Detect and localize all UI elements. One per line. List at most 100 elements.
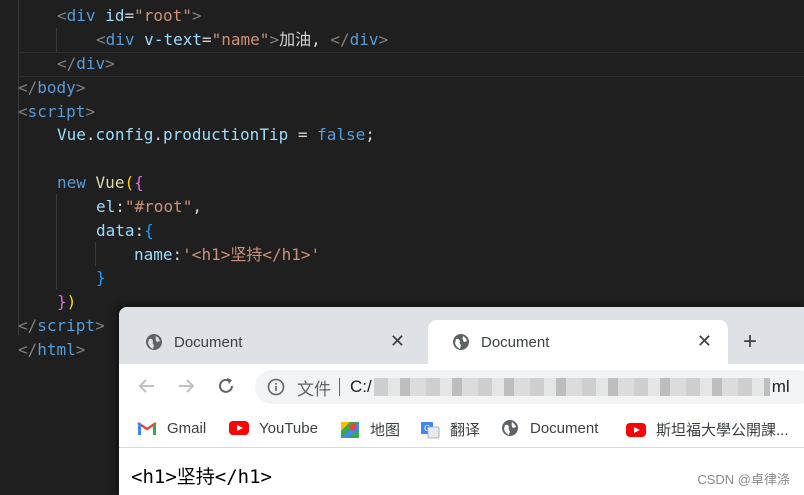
rendered-page-text: <h1>坚持</h1> — [131, 466, 272, 488]
tab-title: Document — [174, 333, 243, 351]
svg-text:G: G — [424, 424, 430, 433]
bookmark-translate[interactable]: G 翻译 — [420, 419, 480, 440]
url-text: C:/ — [350, 377, 372, 396]
maps-icon — [341, 421, 359, 438]
code-token: > — [378, 30, 389, 49]
code-token: = — [288, 125, 318, 144]
bookmark-stanford[interactable]: 斯坦福大學公開課... — [626, 419, 789, 440]
code-token: name — [134, 245, 173, 264]
code-token: </ — [57, 54, 77, 73]
code-line: <div v-text="name">加油, </div> — [96, 28, 388, 51]
browser-window: Document ✕ Document ✕ + 文件 C:/ ml Gmail … — [119, 307, 804, 495]
code-token: "name" — [211, 30, 270, 49]
code-token: { — [144, 221, 154, 240]
code-token: body — [37, 78, 76, 97]
code-token: < — [57, 6, 67, 25]
code-token: < — [18, 102, 28, 121]
indent-guide — [95, 242, 96, 266]
code-token: : — [134, 221, 145, 240]
code-line: }) — [57, 290, 76, 313]
code-token: : — [172, 245, 183, 264]
code-token: > — [95, 316, 105, 335]
bookmark-document[interactable]: Document — [500, 419, 598, 437]
code-token: div — [349, 30, 379, 49]
code-token: } — [57, 292, 67, 311]
code-token: div — [76, 54, 106, 73]
close-tab-icon[interactable]: ✕ — [697, 331, 712, 351]
code-token: </ — [18, 340, 38, 359]
code-token: , — [192, 197, 202, 216]
gmail-icon — [137, 422, 157, 435]
code-token: div — [66, 6, 96, 25]
code-token: > — [105, 54, 115, 73]
bookmark-label: 地图 — [370, 422, 401, 439]
file-scheme-label: 文件 — [297, 379, 331, 399]
code-line: </html> — [18, 338, 85, 361]
translate-icon: G — [421, 421, 440, 438]
code-token: < — [96, 30, 106, 49]
code-token: } — [96, 268, 106, 287]
tab-strip: Document ✕ Document ✕ + — [119, 307, 804, 364]
code-token: > — [75, 78, 86, 97]
current-line-highlight — [18, 52, 804, 77]
code-token: "root" — [134, 6, 192, 25]
globe-icon — [146, 334, 162, 350]
code-token: > — [85, 102, 96, 121]
bookmarks-bar: Gmail YouTube 地图 G 翻译 Document 斯坦福大學公開課.… — [119, 411, 804, 448]
code-token: '<h1>坚持</h1>' — [182, 245, 321, 264]
code-token: > — [75, 340, 86, 359]
code-token: </ — [18, 78, 38, 97]
code-token: Vue — [57, 125, 86, 144]
code-line: Vue.config.productionTip = false; — [57, 123, 375, 146]
code-token: false — [317, 125, 366, 144]
code-token: = — [124, 6, 135, 25]
new-tab-button[interactable]: + — [743, 329, 757, 355]
bookmark-maps[interactable]: 地图 — [340, 419, 400, 440]
url-text-end: ml — [771, 377, 790, 396]
indent-guide — [18, 0, 19, 335]
code-line: <div id="root"> — [57, 4, 202, 27]
code-token: ) — [66, 292, 77, 311]
tab-document-active[interactable]: Document ✕ — [428, 320, 728, 364]
code-token: productionTip — [162, 125, 289, 144]
code-token: . — [85, 125, 96, 144]
code-token: id — [95, 6, 125, 25]
code-token: data — [96, 221, 135, 240]
code-line: </script> — [18, 314, 105, 337]
indent-guide — [56, 28, 57, 52]
tab-title: Document — [481, 333, 550, 351]
code-token: new — [57, 173, 86, 192]
back-button[interactable] — [135, 374, 159, 398]
bookmark-gmail[interactable]: Gmail — [137, 419, 206, 437]
code-line: new Vue({ — [57, 171, 144, 194]
browser-toolbar: 文件 C:/ ml — [119, 364, 804, 411]
bookmark-youtube[interactable]: YouTube — [229, 419, 318, 437]
code-token: . — [153, 125, 163, 144]
code-line: data:{ — [96, 219, 154, 242]
forward-button[interactable] — [174, 374, 198, 398]
info-icon[interactable] — [267, 378, 285, 396]
bookmark-label: YouTube — [259, 419, 318, 437]
code-token: > — [269, 30, 280, 49]
bookmark-label: 斯坦福大學公開課... — [656, 422, 789, 439]
code-token: > — [191, 6, 202, 25]
bookmark-label: 翻译 — [450, 422, 481, 439]
blurred-url-segment — [373, 378, 770, 396]
code-line: } — [96, 266, 106, 289]
omnibox-divider — [339, 378, 340, 396]
code-token: </ — [18, 316, 38, 335]
tab-document-inactive[interactable]: Document ✕ — [121, 320, 421, 364]
code-token: div — [105, 30, 135, 49]
address-bar[interactable]: 文件 C:/ ml — [255, 370, 804, 404]
code-token: = — [201, 30, 212, 49]
globe-icon — [453, 334, 469, 350]
code-token: ; — [365, 125, 375, 144]
code-token: </ — [330, 30, 350, 49]
globe-icon — [502, 420, 518, 436]
code-token: v-text — [134, 30, 202, 49]
code-token: html — [37, 340, 76, 359]
youtube-icon — [229, 421, 249, 435]
reload-button[interactable] — [214, 374, 238, 398]
close-tab-icon[interactable]: ✕ — [390, 331, 405, 351]
